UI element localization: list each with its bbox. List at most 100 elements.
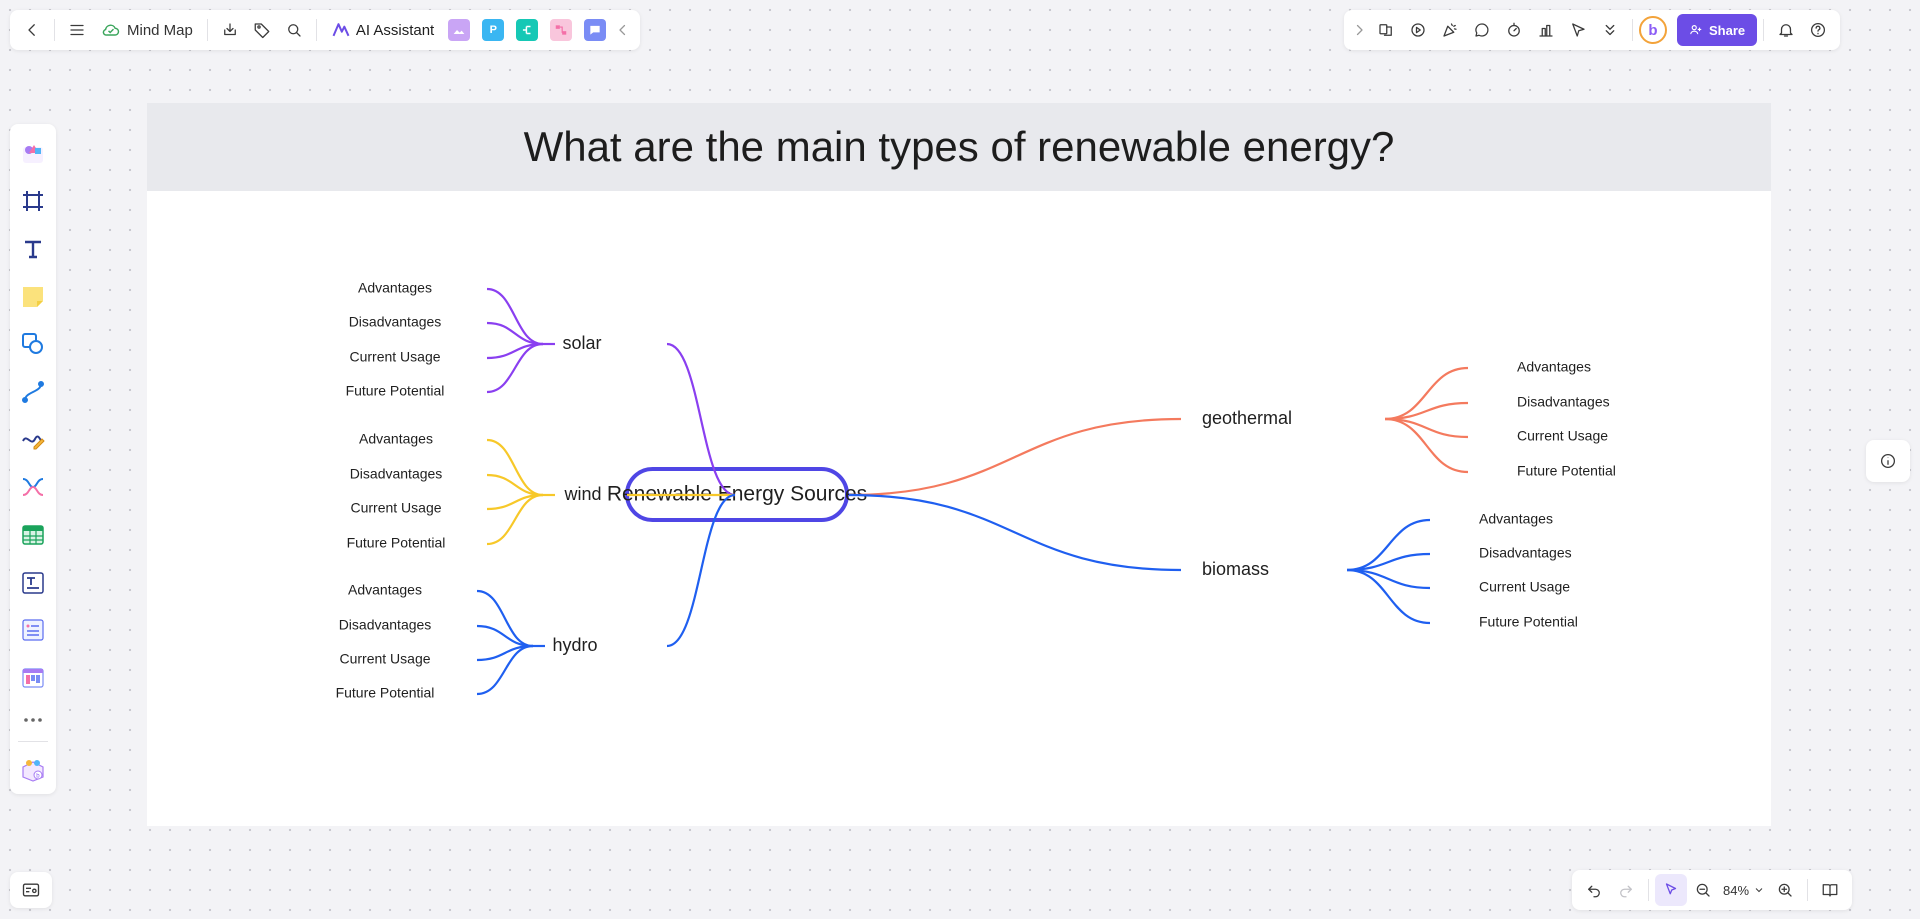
ai-assistant-button[interactable]: AI Assistant — [323, 20, 442, 40]
select-tool-icon[interactable] — [1655, 874, 1687, 906]
branch-node-hydro[interactable]: hydro — [552, 635, 597, 655]
collapse-icon[interactable] — [612, 14, 634, 46]
follow-cursor-icon[interactable] — [1562, 14, 1594, 46]
book-icon[interactable] — [1814, 874, 1846, 906]
comment-icon[interactable] — [1466, 14, 1498, 46]
shape-tool-icon[interactable] — [10, 321, 56, 369]
notification-bell-icon[interactable] — [1770, 14, 1802, 46]
leaf-node[interactable]: Disadvantages — [339, 617, 432, 633]
more-tools-icon[interactable] — [10, 702, 56, 738]
leaf-connector — [486, 438, 544, 497]
present-icon[interactable] — [1402, 14, 1434, 46]
divider — [54, 19, 55, 41]
divider — [1763, 19, 1765, 41]
branch-node-biomass[interactable]: biomass — [1202, 559, 1269, 579]
zoom-level: 84% — [1723, 882, 1750, 898]
zoom-in-icon[interactable] — [1769, 874, 1801, 906]
leaf-node[interactable]: Disadvantages — [1479, 545, 1572, 561]
presentation-plugin-icon[interactable]: P — [482, 19, 505, 41]
tag-icon[interactable] — [246, 14, 278, 46]
more-chevron-icon[interactable] — [1594, 14, 1626, 46]
leaf-connector — [486, 287, 544, 346]
info-icon — [1880, 453, 1896, 469]
back-icon[interactable] — [16, 14, 48, 46]
minimap-icon — [22, 883, 40, 897]
whiteboard-frame[interactable]: What are the main types of renewable ene… — [147, 103, 1771, 826]
undo-icon[interactable] — [1578, 874, 1610, 906]
menu-icon[interactable] — [61, 14, 93, 46]
avatar[interactable]: b — [1639, 16, 1667, 44]
leaf-node[interactable]: Future Potential — [1517, 463, 1616, 479]
ai-assistant-label: AI Assistant — [355, 21, 435, 39]
shapes-library-icon[interactable] — [10, 130, 56, 178]
branch-connector — [848, 417, 1182, 497]
leaf-node[interactable]: Future Potential — [347, 535, 446, 551]
branch-node-solar[interactable]: solar — [562, 333, 601, 353]
divider — [315, 19, 317, 41]
templates-icon[interactable] — [1370, 14, 1402, 46]
leaf-node[interactable]: Future Potential — [336, 685, 435, 701]
mindmap-plugin-icon[interactable] — [550, 19, 573, 41]
text-block-icon[interactable] — [10, 559, 56, 607]
download-icon[interactable] — [214, 14, 246, 46]
leaf-node[interactable]: Current Usage — [1517, 428, 1608, 444]
ai-logo-icon — [332, 23, 350, 37]
avatar-letter: b — [1648, 21, 1658, 39]
leaf-node[interactable]: Advantages — [358, 280, 432, 296]
leaf-node[interactable]: Advantages — [1517, 359, 1591, 375]
text-tool-icon[interactable] — [10, 225, 56, 273]
leaf-node[interactable]: Future Potential — [346, 383, 445, 399]
zoom-out-icon[interactable] — [1687, 874, 1719, 906]
leaf-node[interactable]: Disadvantages — [1517, 394, 1610, 410]
branch-node-geothermal[interactable]: geothermal — [1202, 408, 1292, 428]
frame-tool-icon[interactable] — [10, 178, 56, 226]
info-button[interactable] — [1866, 440, 1910, 482]
timer-icon[interactable] — [1498, 14, 1530, 46]
branch-connector — [848, 493, 1182, 572]
zoom-level-dropdown[interactable]: 84% — [1719, 883, 1769, 898]
leaf-node[interactable]: Current Usage — [1479, 579, 1570, 595]
help-icon[interactable] — [1802, 14, 1834, 46]
top-right-toolbar: b Share — [1344, 10, 1841, 50]
mind-map-tool-icon[interactable] — [10, 463, 56, 511]
divider — [1632, 19, 1633, 41]
leaf-node[interactable]: Current Usage — [349, 349, 440, 365]
sticky-note-icon[interactable] — [10, 273, 56, 321]
image-ai-plugin-icon[interactable] — [448, 19, 471, 41]
redo-icon[interactable] — [1610, 874, 1642, 906]
cloud-saved-icon — [102, 24, 120, 36]
celebrate-icon[interactable] — [1434, 14, 1466, 46]
chevron-down-icon — [1755, 888, 1763, 893]
share-label: Share — [1709, 22, 1746, 38]
chat-plugin-icon[interactable] — [584, 19, 607, 41]
leaf-node[interactable]: Future Potential — [1479, 614, 1578, 630]
mind-map: Renewable Energy SourcessolarAdvantagesD… — [336, 280, 1616, 701]
leaf-connector — [476, 589, 534, 648]
divider — [1807, 879, 1809, 901]
pen-tool-icon[interactable] — [10, 416, 56, 464]
leaf-node[interactable]: Current Usage — [339, 651, 430, 667]
connector-tool-icon[interactable] — [10, 368, 56, 416]
doc-title-text: Mind Map — [127, 21, 193, 39]
left-tool-panel: b — [10, 124, 56, 794]
list-card-icon[interactable] — [10, 606, 56, 654]
leaf-node[interactable]: Advantages — [348, 582, 422, 598]
doc-title[interactable]: Mind Map — [93, 20, 201, 40]
leaf-node[interactable]: Disadvantages — [350, 466, 443, 482]
minimap-button[interactable] — [10, 872, 52, 908]
leaf-node[interactable]: Advantages — [1479, 511, 1553, 527]
vote-icon[interactable] — [1530, 14, 1562, 46]
leaf-node[interactable]: Current Usage — [350, 500, 441, 516]
divider — [1648, 879, 1649, 901]
leaf-node[interactable]: Advantages — [359, 431, 433, 447]
share-button[interactable]: Share — [1677, 14, 1758, 46]
add-user-icon — [1690, 25, 1702, 35]
expand-icon[interactable] — [1348, 14, 1370, 46]
search-icon[interactable] — [278, 14, 310, 46]
branch-node-wind[interactable]: wind — [563, 484, 601, 504]
apps-box-icon[interactable]: b — [10, 746, 56, 794]
kanban-tool-icon[interactable] — [10, 654, 56, 702]
table-tool-icon[interactable] — [10, 511, 56, 559]
flow-plugin-icon[interactable] — [516, 19, 539, 41]
leaf-node[interactable]: Disadvantages — [349, 314, 442, 330]
